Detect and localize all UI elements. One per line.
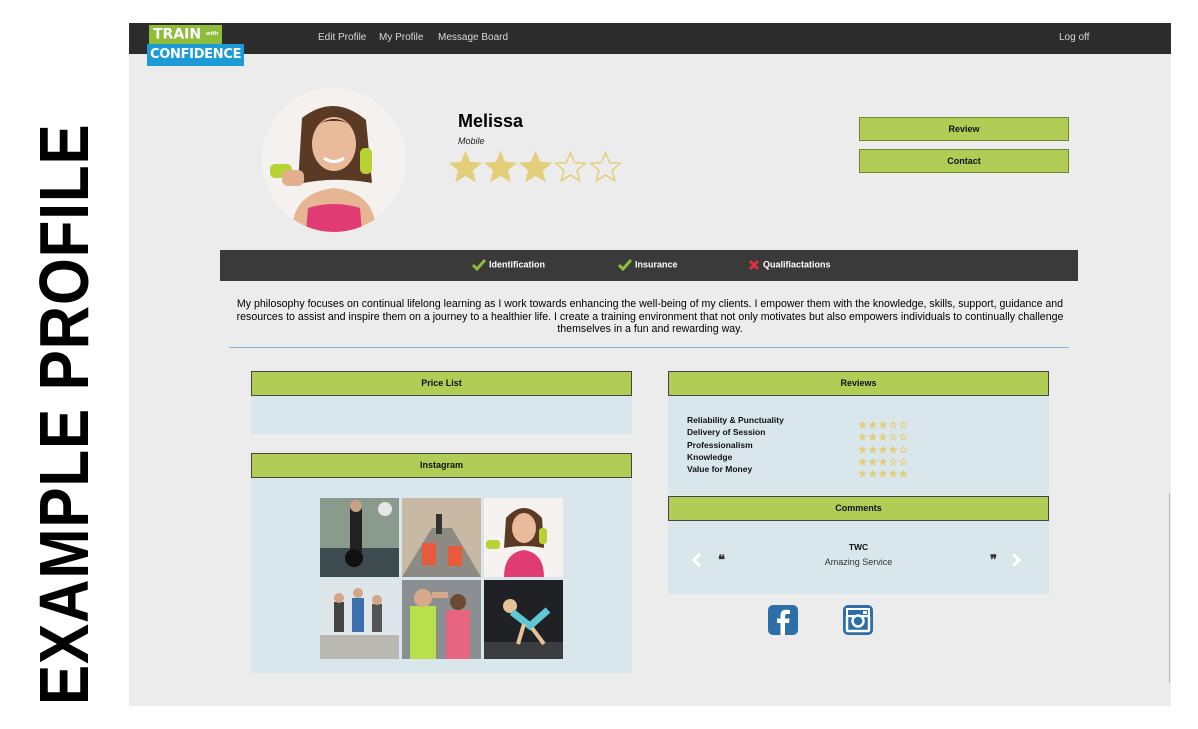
instagram-photo-grid bbox=[320, 498, 563, 660]
star-empty-icon bbox=[898, 432, 908, 441]
logo[interactable]: TRAIN with CONFIDENCE bbox=[147, 25, 245, 69]
instagram-photo[interactable] bbox=[402, 580, 481, 659]
review-button[interactable]: Review bbox=[859, 117, 1069, 141]
star-filled-icon bbox=[448, 150, 483, 183]
star-filled-icon bbox=[878, 432, 888, 441]
check-icon bbox=[617, 259, 633, 272]
nav-edit-profile[interactable]: Edit Profile bbox=[318, 32, 366, 43]
price-list-header[interactable]: Price List bbox=[251, 371, 632, 396]
star-filled-icon bbox=[878, 469, 888, 478]
star-empty-icon bbox=[888, 420, 898, 429]
star-filled-icon bbox=[888, 469, 898, 478]
app-frame: Edit Profile My Profile Message Board Lo… bbox=[129, 23, 1171, 706]
star-empty-icon bbox=[888, 432, 898, 441]
star-filled-icon bbox=[483, 150, 518, 183]
nav-message-board[interactable]: Message Board bbox=[438, 32, 508, 43]
star-filled-icon bbox=[868, 432, 878, 441]
profile-avatar bbox=[262, 88, 406, 232]
instagram-icon[interactable] bbox=[843, 605, 873, 635]
nav-log-off[interactable]: Log off bbox=[1059, 32, 1089, 43]
price-list-panel: Price List bbox=[251, 371, 632, 434]
instagram-photo[interactable] bbox=[484, 498, 563, 577]
star-filled-icon bbox=[878, 457, 888, 466]
right-edge-line bbox=[1169, 493, 1170, 683]
verification-identification: Identification bbox=[471, 259, 545, 272]
star-filled-icon bbox=[888, 445, 898, 454]
check-icon bbox=[471, 259, 487, 272]
divider bbox=[229, 347, 1069, 348]
profile-name: Melissa bbox=[458, 111, 524, 131]
star-rating-icons bbox=[858, 469, 908, 478]
star-filled-icon bbox=[518, 150, 553, 183]
star-filled-icon bbox=[868, 445, 878, 454]
star-filled-icon bbox=[858, 420, 867, 429]
star-filled-icon bbox=[858, 432, 867, 441]
review-category-label: Knowledge bbox=[687, 451, 733, 462]
star-empty-icon bbox=[898, 445, 908, 454]
verification-insurance: Insurance bbox=[617, 259, 678, 272]
star-filled-icon bbox=[878, 420, 888, 429]
logo-line-confidence: CONFIDENCE bbox=[147, 44, 245, 66]
chevron-right-icon[interactable] bbox=[1011, 552, 1021, 568]
star-filled-icon bbox=[868, 469, 878, 478]
reviews-panel: Reviews Reliability & Punctuality Deliver… bbox=[668, 371, 1049, 495]
close-quote-icon: ❞ bbox=[990, 553, 997, 568]
contact-button[interactable]: Contact bbox=[859, 149, 1069, 173]
review-category-label: Value for Money bbox=[687, 464, 753, 475]
review-category-label: Delivery of Session bbox=[687, 427, 766, 438]
top-navbar: Edit Profile My Profile Message Board Lo… bbox=[129, 23, 1171, 54]
comments-panel: Comments ❝ TWC Amazing Service ❞ bbox=[668, 496, 1049, 594]
review-category-stars bbox=[858, 465, 908, 483]
star-filled-icon bbox=[898, 469, 908, 478]
philosophy-text: My philosophy focuses on continual lifel… bbox=[236, 298, 1064, 335]
star-empty-icon bbox=[898, 457, 908, 466]
profile-star-rating bbox=[448, 150, 623, 188]
instagram-photo[interactable] bbox=[320, 580, 399, 659]
star-empty-icon bbox=[588, 150, 623, 183]
star-filled-icon bbox=[878, 445, 888, 454]
verification-bar: Identification Insurance Qualifiactation… bbox=[220, 250, 1078, 281]
review-category-label: Professionalism bbox=[687, 439, 753, 450]
profile-subtitle: Mobile bbox=[458, 136, 485, 146]
review-category-label: Reliability & Punctuality bbox=[687, 415, 784, 425]
star-empty-icon bbox=[898, 420, 908, 429]
instagram-photo[interactable] bbox=[484, 580, 563, 659]
comment-author: TWC bbox=[848, 542, 869, 552]
star-filled-icon bbox=[868, 457, 878, 466]
facebook-icon[interactable] bbox=[768, 605, 798, 635]
nav-my-profile[interactable]: My Profile bbox=[379, 32, 423, 43]
instagram-photo[interactable] bbox=[402, 498, 481, 577]
side-title: EXAMPLE PROFILE bbox=[25, 123, 103, 705]
reviews-header[interactable]: Reviews bbox=[668, 371, 1049, 396]
star-filled-icon bbox=[858, 469, 867, 478]
verification-qualifications: Qualifiactations bbox=[748, 259, 831, 271]
instagram-panel: Instagram bbox=[251, 453, 632, 673]
cross-icon bbox=[748, 259, 760, 271]
logo-line-train: TRAIN with bbox=[149, 25, 223, 45]
star-filled-icon bbox=[858, 457, 867, 466]
star-empty-icon bbox=[553, 150, 588, 183]
star-rating-icons bbox=[448, 150, 623, 183]
star-filled-icon bbox=[868, 420, 878, 429]
instagram-photo[interactable] bbox=[320, 498, 399, 577]
star-empty-icon bbox=[888, 457, 898, 466]
instagram-header[interactable]: Instagram bbox=[251, 453, 632, 478]
star-filled-icon bbox=[858, 445, 867, 454]
comments-header[interactable]: Comments bbox=[668, 496, 1049, 521]
